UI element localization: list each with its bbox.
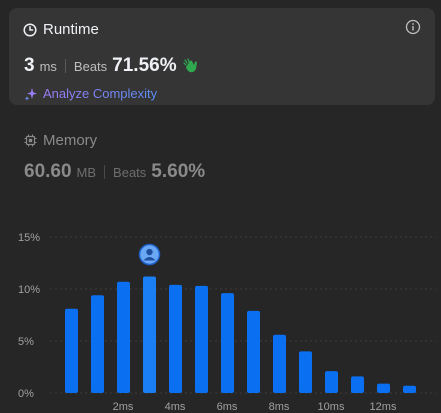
- bar[interactable]: [91, 295, 104, 393]
- memory-beats-value: 5.60%: [151, 161, 206, 182]
- x-tick-label: 2ms: [113, 401, 134, 413]
- runtime-values: 3 ms Beats 71.56%: [24, 55, 200, 77]
- runtime-beats-label: Beats: [73, 59, 108, 74]
- bar[interactable]: [325, 371, 338, 393]
- sparkle-icon: [24, 87, 37, 101]
- info-icon[interactable]: [405, 19, 421, 35]
- runtime-card[interactable]: Runtime 3 ms Beats 71.56% Analyze Comple…: [9, 8, 435, 105]
- runtime-value: 3: [24, 55, 35, 76]
- y-tick-label: 5%: [18, 336, 34, 348]
- bar[interactable]: [247, 310, 260, 393]
- y-tick-label: 15%: [18, 232, 40, 244]
- clock-icon: [23, 22, 37, 37]
- bar[interactable]: [221, 293, 234, 393]
- runtime-header: Runtime: [23, 21, 99, 38]
- x-tick-label: 6ms: [217, 401, 238, 413]
- bar[interactable]: [65, 308, 78, 393]
- divider: [64, 59, 66, 73]
- bar[interactable]: [299, 351, 312, 393]
- x-tick-label: 10ms: [318, 401, 345, 413]
- memory-unit: MB: [76, 165, 97, 180]
- x-tick-label: 12ms: [370, 401, 397, 413]
- bar[interactable]: [351, 376, 364, 393]
- memory-value: 60.60: [24, 161, 72, 182]
- memory-title: Memory: [43, 132, 98, 149]
- bar[interactable]: [403, 385, 416, 393]
- bar[interactable]: [195, 285, 208, 393]
- runtime-unit: ms: [39, 59, 57, 74]
- analyze-complexity-button[interactable]: Analyze Complexity: [24, 86, 157, 101]
- analyze-complexity-label: Analyze Complexity: [43, 86, 158, 101]
- x-tick-label: 8ms: [269, 401, 290, 413]
- user-avatar-head-icon: [146, 248, 153, 256]
- bar[interactable]: [169, 284, 182, 393]
- runtime-title: Runtime: [43, 21, 99, 38]
- y-tick-label: 0%: [18, 388, 34, 400]
- runtime-beats-value: 71.56%: [112, 55, 177, 76]
- memory-beats-label: Beats: [113, 165, 147, 180]
- memory-values: 60.60 MB Beats 5.60%: [24, 161, 205, 183]
- divider: [104, 165, 106, 179]
- memory-header[interactable]: Memory: [24, 132, 97, 149]
- bar[interactable]: [117, 281, 130, 393]
- x-tick-label: 4ms: [165, 401, 186, 413]
- y-tick-label: 10%: [18, 284, 40, 296]
- clap-icon: [183, 58, 197, 73]
- bar[interactable]: [273, 334, 286, 393]
- runtime-distribution-chart: 15% 10% 5% 0% 2ms 4ms 6ms 8ms 10ms 12ms: [18, 232, 436, 413]
- chip-icon: [24, 134, 37, 147]
- bar[interactable]: [143, 276, 156, 393]
- bar[interactable]: [377, 383, 390, 393]
